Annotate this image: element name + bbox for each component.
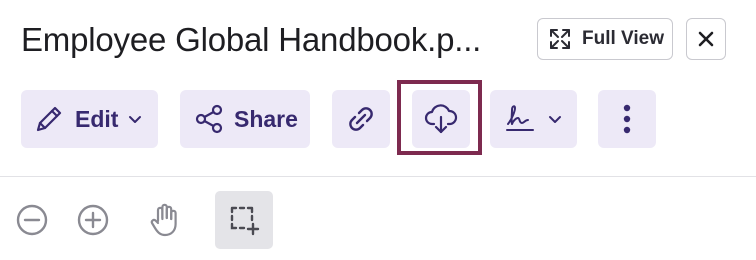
download-button[interactable] [412,90,470,148]
edit-dropdown-button[interactable]: Edit [21,90,158,148]
pencil-icon [33,103,65,135]
link-icon [346,104,376,134]
area-select-button[interactable] [215,191,273,249]
expand-icon [548,27,572,51]
zoom-out-icon [15,203,49,237]
close-icon [696,29,716,49]
share-label: Share [234,105,298,132]
full-view-button[interactable]: Full View [537,18,673,60]
share-button[interactable]: Share [180,90,310,148]
zoom-in-button[interactable] [64,191,122,249]
zoom-in-icon [76,203,110,237]
chevron-down-icon [128,112,142,126]
signature-icon [504,103,538,135]
share-icon [194,104,224,134]
pan-tool-button[interactable] [136,191,194,249]
copy-link-button[interactable] [332,90,390,148]
cloud-download-icon [423,102,459,136]
chevron-down-icon [548,112,562,126]
more-options-button[interactable] [598,90,656,148]
document-title: Employee Global Handbook.p... [21,21,482,58]
edit-label: Edit [75,105,119,132]
close-button[interactable] [686,18,726,60]
hand-pan-icon [148,202,182,238]
more-vertical-icon [623,103,631,135]
signature-dropdown-button[interactable] [490,90,577,148]
toolbar-divider [0,176,756,177]
zoom-out-button[interactable] [3,191,61,249]
area-select-icon [227,203,261,237]
full-view-label: Full View [582,28,665,49]
